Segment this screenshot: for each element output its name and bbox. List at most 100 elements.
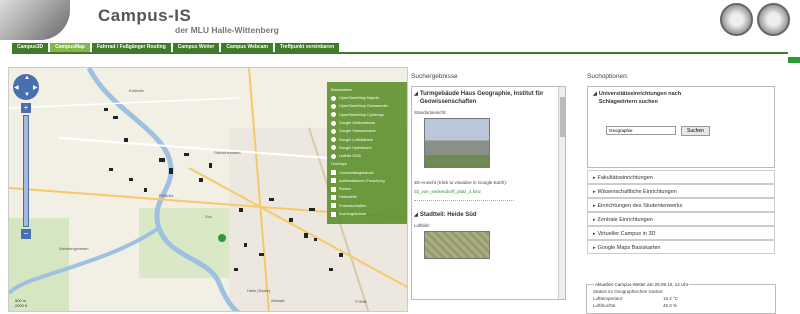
base-layer-option[interactable]: Google Strassenkarte <box>331 127 403 135</box>
weather-row: Luftfeuchte: 45.3 % <box>593 303 678 308</box>
map-copyright: © OSM <box>355 300 367 304</box>
aerial-photo[interactable] <box>424 231 490 259</box>
tab-campus-wetter[interactable]: Campus Wetter <box>172 43 220 52</box>
pan-left-icon[interactable]: ◀ <box>14 84 19 91</box>
overlay-option[interactable]: Suchergebnisse <box>331 210 403 218</box>
pan-up-icon[interactable]: ▲ <box>24 75 30 81</box>
accordion-keyword-search: ◢ Universitätseinrichtungen nach Schlagw… <box>587 86 775 168</box>
options-title: Suchoptionen: <box>587 73 629 80</box>
result-divider <box>414 200 514 201</box>
app-title: Campus-IS <box>98 6 192 25</box>
accordion-header[interactable]: ◢ Universitätseinrichtungen nach Schlagw… <box>588 87 774 110</box>
accordion-studentenwerk[interactable]: ▸ Einrichtungen des Studentenwerks <box>587 198 775 212</box>
radio-icon[interactable] <box>331 112 336 118</box>
tab-campus-webcam[interactable]: Campus Webcam <box>221 43 273 52</box>
result-item-header[interactable]: ◢ Turmgebäude Haus Geographie, Institut … <box>414 90 554 106</box>
standort-label: Standortansicht: <box>414 110 447 115</box>
search-button[interactable]: Suchen <box>681 126 710 136</box>
base-layer-option[interactable]: Luftbild 2005 <box>331 152 403 160</box>
accordion-fakultaet[interactable]: ▸ Fakultätseinrichtungen <box>587 170 775 184</box>
map-label: Giebichenstein <box>214 150 241 155</box>
zoom-out-button[interactable]: − <box>21 229 31 239</box>
university-seal-right <box>757 3 790 36</box>
checkbox-icon[interactable] <box>331 170 336 176</box>
checkbox-icon[interactable] <box>331 203 336 209</box>
tab-campusmap[interactable]: CampusMap <box>50 43 90 52</box>
collapse-triangle-icon: ▸ <box>593 189 596 195</box>
zoom-in-button[interactable]: + <box>21 103 31 113</box>
map-label: Halle (Saale) <box>247 288 271 293</box>
campus-weather-box: Aktuelles Campus-Wetter am 25.08.10, 14 … <box>586 282 776 314</box>
building-photo[interactable] <box>424 118 490 168</box>
weather-row: Lufttemperatur: 16.2 °C <box>593 296 679 301</box>
checkbox-icon[interactable] <box>331 186 336 192</box>
collapse-triangle-icon: ▸ <box>593 217 596 223</box>
results-title: Suchergebnisse <box>411 73 458 80</box>
tab-campus3d[interactable]: Campus3D <box>12 43 49 52</box>
collapse-triangle-icon: ▸ <box>593 231 596 237</box>
main-nav: Campus3D CampusMap Fahrrad / Fußgänger R… <box>12 43 341 52</box>
pan-right-icon[interactable]: ▶ <box>33 84 38 91</box>
radio-icon[interactable] <box>331 103 336 109</box>
map-label: Kröllwitz <box>129 88 144 93</box>
expand-triangle-icon[interactable]: ◢ <box>414 211 418 219</box>
overlay-option[interactable]: Parken <box>331 185 403 193</box>
base-layer-option[interactable]: OpenStreetMap Mapnik <box>331 94 403 102</box>
accent-bar <box>788 57 800 63</box>
luftbild-label: Luftbild: <box>414 223 430 228</box>
base-layer-option[interactable]: Google Hybridkarte <box>331 144 403 152</box>
base-layer-option[interactable]: OpenStreetMap Osmarender <box>331 102 403 110</box>
pan-control[interactable]: ▲ ◀ ▶ ▼ <box>13 74 39 100</box>
base-layer-option[interactable]: Google Geländekarte <box>331 119 403 127</box>
app-subtitle: der MLU Halle-Wittenberg <box>175 25 279 35</box>
map-navigation: ▲ ◀ ▶ ▼ + − <box>13 74 43 239</box>
map-label: Altstadt <box>271 298 285 303</box>
map-label: Zoo <box>205 214 212 219</box>
search-result-marker <box>218 234 226 242</box>
result-item-header[interactable]: ◢ Stadtteil: Heide Süd <box>414 211 554 219</box>
checkbox-icon[interactable] <box>331 211 336 217</box>
collapse-triangle-icon: ▸ <box>593 245 596 251</box>
tab-routing[interactable]: Fahrrad / Fußgänger Routing <box>91 43 171 52</box>
radio-icon[interactable] <box>331 145 336 151</box>
radio-icon[interactable] <box>331 95 336 101</box>
radio-icon[interactable] <box>331 153 336 159</box>
base-layer-option[interactable]: Google Luftbildkarte <box>331 135 403 143</box>
map-label: Weinbergwiesen <box>59 246 89 251</box>
accordion-wissenschaftlich[interactable]: ▸ Wissenschaftliche Einrichtungen <box>587 184 775 198</box>
map-scale: 500 m 2000 ft <box>15 298 28 308</box>
tab-treffpunkt[interactable]: Treffpunkt vereinbaren <box>274 43 340 52</box>
results-scrollbar[interactable] <box>558 87 565 299</box>
radio-icon[interactable] <box>331 128 336 134</box>
base-layers-title: Basiskarten <box>331 87 352 92</box>
expand-triangle-icon: ◢ <box>593 91 597 97</box>
radio-icon[interactable] <box>331 137 336 143</box>
checkbox-icon[interactable] <box>331 194 336 200</box>
collapse-triangle-icon: ▸ <box>593 175 596 181</box>
expand-triangle-icon[interactable]: ◢ <box>414 90 418 106</box>
university-seal-left <box>720 3 753 36</box>
accordion-google-maps[interactable]: ▸ Google Maps Basiskarten <box>587 240 775 254</box>
view3d-label: 3D-Ansicht (Klick to visualize in Google… <box>414 180 508 185</box>
nav-underline <box>12 52 788 54</box>
zoom-slider[interactable] <box>23 115 29 227</box>
overlay-option[interactable]: Außenstationen Forschung <box>331 177 403 185</box>
keyword-search-input[interactable] <box>606 126 676 135</box>
campus-map[interactable]: Kröllwitz Giebichenstein Zoo Weinbergwie… <box>8 67 408 312</box>
overlay-option[interactable]: Universitätsgebäude <box>331 168 403 176</box>
overlay-option[interactable]: Haltestelle <box>331 193 403 201</box>
accordion-zentrale[interactable]: ▸ Zentrale Einrichtungen <box>587 212 775 226</box>
accordion-virtuell-3d[interactable]: ▸ Virtueller Campus in 3D <box>587 226 775 240</box>
overlay-option[interactable]: Postanschlaften <box>331 202 403 210</box>
checkbox-icon[interactable] <box>331 178 336 184</box>
base-layer-option[interactable]: OpenStreetMap Cyclemap <box>331 111 403 119</box>
keyword-search-form: Suchen <box>606 126 710 136</box>
weather-station: Station im Geographischen Garten: <box>593 289 664 294</box>
scrollbar-thumb[interactable] <box>560 97 565 137</box>
layer-switcher: Basiskarten OpenStreetMap Mapnik OpenStr… <box>327 82 407 224</box>
map-label: Peißnitz <box>159 193 174 198</box>
kmz-link[interactable]: 03_von_seckendorff_platz_4.kmz <box>414 189 554 194</box>
pan-down-icon[interactable]: ▼ <box>24 92 30 98</box>
radio-icon[interactable] <box>331 120 336 126</box>
collapse-triangle-icon: ▸ <box>593 203 596 209</box>
